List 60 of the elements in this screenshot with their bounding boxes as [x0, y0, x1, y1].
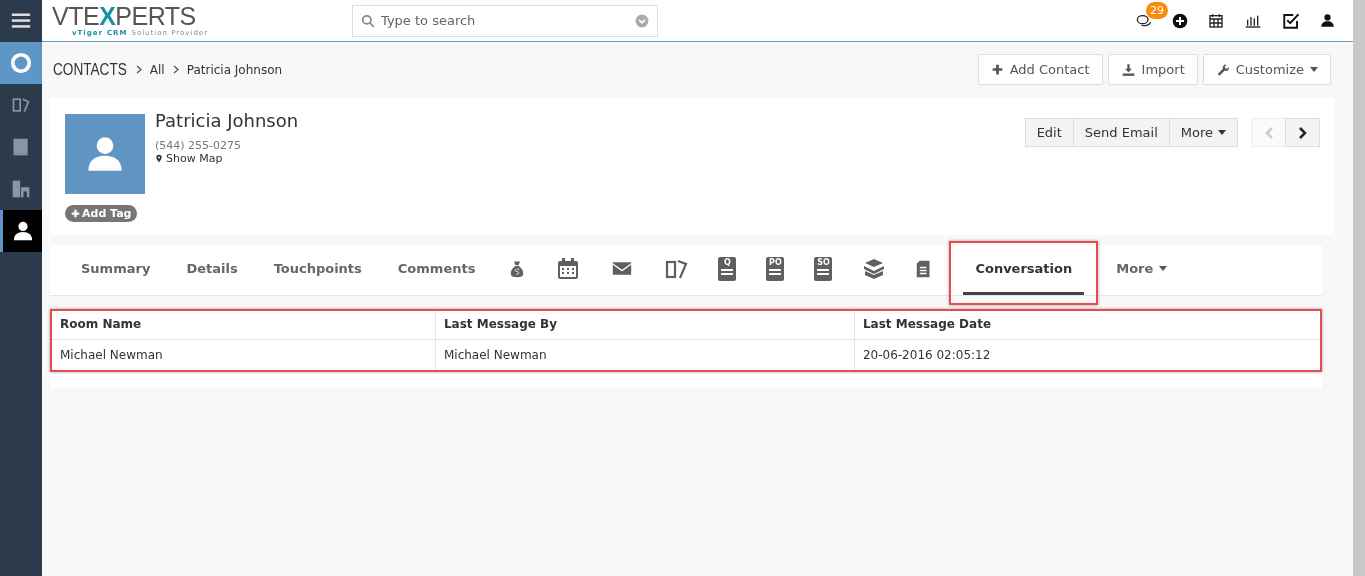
caret-icon [1159, 266, 1168, 271]
tab[interactable]: Conversation [963, 245, 1085, 295]
column-header: Last Message By [435, 309, 855, 340]
chevron-right-icon [135, 64, 142, 74]
search-field[interactable]: Type to search [352, 4, 658, 37]
calendar-icon [1208, 12, 1224, 29]
chat-icon [1136, 12, 1152, 29]
checkbox-icon [1282, 11, 1300, 30]
tab[interactable]: Touchpoints [255, 245, 380, 295]
tab-icon-button[interactable]: SO [799, 245, 848, 295]
calendar-icon [556, 256, 581, 281]
action-button[interactable]: Customize [1202, 54, 1331, 85]
person-icon [1320, 13, 1335, 28]
tab[interactable]: Comments [379, 245, 494, 295]
tab-icon-button[interactable]: Q [703, 245, 752, 295]
record-button[interactable]: More [1168, 118, 1238, 147]
chevron-right-icon [172, 64, 179, 74]
tab[interactable]: More [1098, 245, 1186, 295]
breadcrumb-link[interactable]: All [149, 62, 165, 77]
building-icon [11, 179, 31, 199]
search-icon [361, 13, 375, 28]
add-icon [1172, 12, 1188, 29]
table-cell: 20-06-2016 02:05:12 [854, 339, 1320, 370]
plus-icon [71, 209, 80, 218]
wrench-icon [1215, 62, 1230, 77]
document-icon: SO [814, 256, 833, 281]
plus-icon [990, 63, 1004, 76]
help-book-icon [11, 137, 31, 157]
box-icon [862, 256, 887, 281]
breadcrumb-link[interactable]: Patricia Johnson [186, 62, 283, 77]
table-cell: Michael Newman [52, 339, 436, 370]
sidebar-item[interactable] [0, 210, 42, 252]
breadcrumb-link[interactable]: CONTACTS [53, 60, 127, 79]
next-button[interactable] [1285, 118, 1320, 147]
tab[interactable]: Details [168, 245, 256, 295]
map-pin-icon [155, 153, 163, 164]
record-button[interactable]: Send Email [1072, 118, 1170, 147]
dropdown-icon [635, 13, 649, 28]
tab[interactable]: Summary [63, 245, 169, 295]
contact-name: Patricia Johnson [155, 110, 299, 131]
action-button[interactable]: Import [1107, 54, 1198, 85]
lifebuoy-icon [10, 52, 32, 74]
add-tag-button[interactable]: Add Tag [65, 205, 138, 222]
notification-badge: 29 [1146, 1, 1168, 19]
record-button[interactable]: Edit [1024, 118, 1074, 147]
download-icon [1120, 62, 1136, 77]
column-header: Room Name [52, 309, 436, 340]
action-button[interactable]: Add Contact [977, 54, 1103, 85]
chevron-left-icon [1264, 126, 1273, 139]
person-icon [85, 134, 125, 174]
phone-number: (544) 255-0275 [155, 139, 242, 152]
table-cell: Michael Newman [435, 339, 855, 370]
chevron-right-icon [1298, 126, 1307, 139]
person-icon [11, 220, 34, 242]
show-map-link[interactable]: Show Map [155, 152, 223, 165]
column-header: Last Message Date [854, 309, 1320, 340]
tab-icon-button[interactable]: PO [751, 245, 800, 295]
tickets-icon [11, 95, 31, 115]
document-icon: Q [718, 256, 737, 281]
document-icon: PO [766, 256, 785, 281]
